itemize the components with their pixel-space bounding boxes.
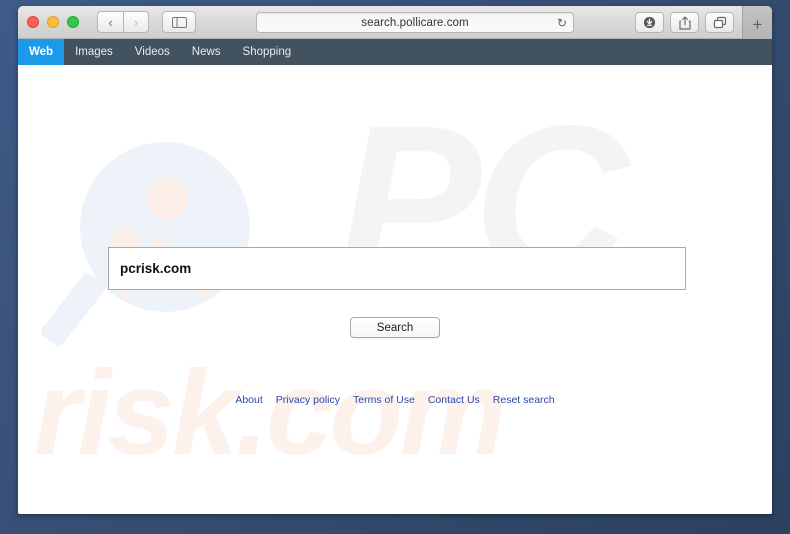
browser-window: ‹ › search.pollicare.com ↻ + Web Images … <box>18 6 772 514</box>
search-input[interactable]: pcrisk.com <box>108 247 686 290</box>
page-content: PC risk.com pcrisk.com Search About Priv… <box>18 65 772 514</box>
download-button[interactable] <box>635 12 664 33</box>
footer-link-about[interactable]: About <box>235 394 262 406</box>
search-button[interactable]: Search <box>350 317 440 338</box>
new-tab-button[interactable]: + <box>742 6 772 39</box>
tabs-icon <box>713 16 727 29</box>
nav-item-news[interactable]: News <box>181 39 232 65</box>
address-bar[interactable]: search.pollicare.com ↻ <box>256 12 574 33</box>
nav-item-label: Images <box>75 46 113 58</box>
close-window-button[interactable] <box>27 16 39 28</box>
footer-link-reset-search[interactable]: Reset search <box>493 394 555 406</box>
traffic-lights <box>27 16 79 28</box>
nav-item-videos[interactable]: Videos <box>124 39 181 65</box>
forward-button[interactable]: › <box>123 11 149 33</box>
nav-item-label: Videos <box>134 46 170 58</box>
site-nav-bar: Web Images Videos News Shopping <box>18 39 772 65</box>
show-tabs-button[interactable] <box>705 12 734 33</box>
footer-link-privacy-policy[interactable]: Privacy policy <box>276 394 340 406</box>
footer-link-contact-us[interactable]: Contact Us <box>428 394 480 406</box>
toolbar-right-buttons <box>635 12 734 33</box>
search-button-row: Search <box>18 317 772 338</box>
nav-item-images[interactable]: Images <box>64 39 124 65</box>
nav-item-label: News <box>191 46 221 58</box>
share-icon <box>678 15 691 30</box>
back-button[interactable]: ‹ <box>97 11 123 33</box>
chevron-left-icon: ‹ <box>108 14 113 30</box>
nav-item-shopping[interactable]: Shopping <box>232 39 303 65</box>
download-icon <box>643 16 656 29</box>
search-input-row: pcrisk.com <box>108 247 686 290</box>
watermark-dot <box>146 177 188 219</box>
reload-icon[interactable]: ↻ <box>557 17 567 29</box>
risk-watermark-text: risk.com <box>34 346 507 480</box>
nav-item-label: Shopping <box>242 46 292 58</box>
plus-icon: + <box>752 14 763 34</box>
sidebar-toggle-button[interactable] <box>162 11 196 33</box>
footer-links: About Privacy policy Terms of Use Contac… <box>18 394 772 406</box>
url-field[interactable]: search.pollicare.com ↻ <box>256 12 574 33</box>
chevron-right-icon: › <box>133 14 139 30</box>
browser-titlebar: ‹ › search.pollicare.com ↻ + <box>18 6 772 39</box>
sidebar-icon <box>171 16 187 28</box>
maximize-window-button[interactable] <box>67 16 79 28</box>
navigation-buttons: ‹ › <box>97 11 149 33</box>
search-input-value: pcrisk.com <box>120 261 192 276</box>
nav-item-label: Web <box>29 46 54 58</box>
minimize-window-button[interactable] <box>47 16 59 28</box>
nav-item-web[interactable]: Web <box>18 39 65 65</box>
url-text: search.pollicare.com <box>361 16 469 29</box>
footer-link-terms-of-use[interactable]: Terms of Use <box>353 394 415 406</box>
share-button[interactable] <box>670 12 699 33</box>
